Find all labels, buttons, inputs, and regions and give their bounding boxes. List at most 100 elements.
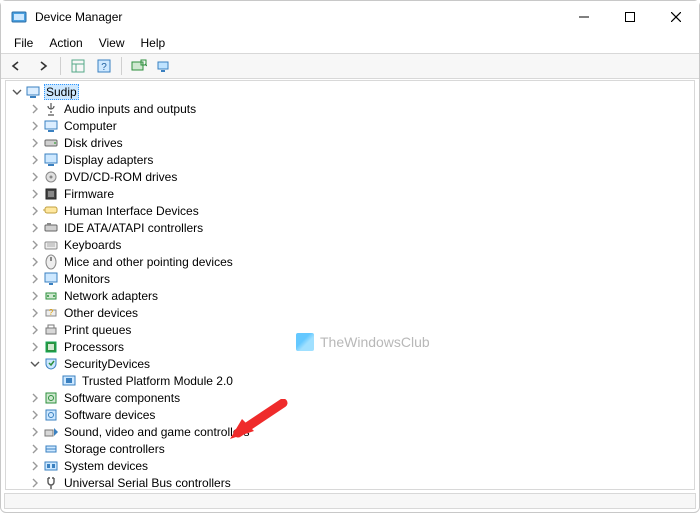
chevron-right-icon[interactable] <box>28 102 42 116</box>
category-label: Network adapters <box>62 289 160 303</box>
menubar: File Action View Help <box>1 33 699 53</box>
category-icon <box>43 135 59 151</box>
tree-category[interactable]: Display adapters <box>10 151 694 168</box>
category-icon <box>43 322 59 338</box>
chevron-right-icon[interactable] <box>28 272 42 286</box>
svg-text:?: ? <box>101 62 107 73</box>
tree-category[interactable]: Keyboards <box>10 236 694 253</box>
chevron-right-icon[interactable] <box>28 442 42 456</box>
category-icon <box>43 441 59 457</box>
category-label: Firmware <box>62 187 116 201</box>
tree-device-tpm[interactable]: Trusted Platform Module 2.0 <box>10 372 694 389</box>
chevron-right-icon[interactable] <box>28 459 42 473</box>
chevron-right-icon[interactable] <box>28 391 42 405</box>
category-icon <box>43 220 59 236</box>
tree-category[interactable]: Universal Serial Bus controllers <box>10 474 694 490</box>
chevron-right-icon[interactable] <box>28 221 42 235</box>
menu-action[interactable]: Action <box>42 34 89 52</box>
tree-category[interactable]: Software components <box>10 389 694 406</box>
chevron-right-icon[interactable] <box>28 323 42 337</box>
category-label: Software components <box>62 391 182 405</box>
chevron-right-icon[interactable] <box>28 476 42 490</box>
chevron-right-icon[interactable] <box>28 255 42 269</box>
chevron-right-icon[interactable] <box>28 408 42 422</box>
chevron-right-icon[interactable] <box>28 425 42 439</box>
chevron-right-icon[interactable] <box>28 136 42 150</box>
category-icon <box>43 186 59 202</box>
category-label: Print queues <box>62 323 133 337</box>
tree-category[interactable]: DVD/CD-ROM drives <box>10 168 694 185</box>
chevron-right-icon[interactable] <box>28 204 42 218</box>
category-label: Human Interface Devices <box>62 204 201 218</box>
tree-category[interactable]: Computer <box>10 117 694 134</box>
category-icon <box>43 118 59 134</box>
menu-file[interactable]: File <box>7 34 40 52</box>
chevron-right-icon[interactable] <box>28 119 42 133</box>
category-label: Computer <box>62 119 119 133</box>
forward-button[interactable] <box>31 55 55 77</box>
tree-category[interactable]: Audio inputs and outputs <box>10 100 694 117</box>
scan-hardware-button[interactable] <box>127 55 151 77</box>
chevron-down-icon[interactable] <box>10 85 24 99</box>
category-icon <box>43 271 59 287</box>
back-button[interactable] <box>5 55 29 77</box>
tree-category[interactable]: Storage controllers <box>10 440 694 457</box>
device-tree-pane[interactable]: Sudip Audio inputs and outputs Computer Di… <box>5 80 695 490</box>
statusbar <box>4 493 696 509</box>
help-button[interactable]: ? <box>92 55 116 77</box>
tree-category[interactable]: Print queues <box>10 321 694 338</box>
chevron-right-icon[interactable] <box>28 289 42 303</box>
category-label: Other devices <box>62 306 140 320</box>
tree-category[interactable]: Network adapters <box>10 287 694 304</box>
category-icon <box>43 424 59 440</box>
tpm-icon <box>61 373 77 389</box>
tree-category[interactable]: IDE ATA/ATAPI controllers <box>10 219 694 236</box>
category-label: Software devices <box>62 408 157 422</box>
tree-root[interactable]: Sudip <box>10 83 694 100</box>
tree-category[interactable]: Monitors <box>10 270 694 287</box>
tree-category[interactable]: Disk drives <box>10 134 694 151</box>
tree-category[interactable]: Firmware <box>10 185 694 202</box>
category-icon <box>43 203 59 219</box>
chevron-right-icon[interactable] <box>28 238 42 252</box>
chevron-right-icon[interactable] <box>28 187 42 201</box>
device-label: Trusted Platform Module 2.0 <box>80 374 235 388</box>
chevron-right-icon[interactable] <box>28 306 42 320</box>
window-title: Device Manager <box>35 10 122 24</box>
category-icon: ? <box>43 305 59 321</box>
menu-help[interactable]: Help <box>134 34 173 52</box>
maximize-button[interactable] <box>607 1 653 33</box>
category-label: Keyboards <box>62 238 123 252</box>
menu-view[interactable]: View <box>92 34 132 52</box>
tree-category[interactable]: Mice and other pointing devices <box>10 253 694 270</box>
category-label: IDE ATA/ATAPI controllers <box>62 221 205 235</box>
devices-printers-button[interactable] <box>153 55 177 77</box>
category-label: Monitors <box>62 272 112 286</box>
svg-text:?: ? <box>49 308 54 317</box>
category-label: Disk drives <box>62 136 125 150</box>
category-label: Mice and other pointing devices <box>62 255 235 269</box>
category-icon <box>43 169 59 185</box>
tree-category[interactable]: ? Other devices <box>10 304 694 321</box>
tree-category[interactable]: Processors <box>10 338 694 355</box>
tree-category[interactable]: Sound, video and game controllers <box>10 423 694 440</box>
tree-category[interactable]: Human Interface Devices <box>10 202 694 219</box>
tree-category[interactable]: SecurityDevices <box>10 355 694 372</box>
show-hide-tree-button[interactable] <box>66 55 90 77</box>
close-button[interactable] <box>653 1 699 33</box>
chevron-down-icon[interactable] <box>28 357 42 371</box>
device-tree: Sudip Audio inputs and outputs Computer Di… <box>6 81 694 490</box>
chevron-right-icon[interactable] <box>28 170 42 184</box>
tree-category[interactable]: System devices <box>10 457 694 474</box>
category-icon <box>43 288 59 304</box>
titlebar: Device Manager <box>1 1 699 33</box>
category-label: System devices <box>62 459 150 473</box>
tree-category[interactable]: Software devices <box>10 406 694 423</box>
minimize-button[interactable] <box>561 1 607 33</box>
category-label: Display adapters <box>62 153 155 167</box>
chevron-right-icon[interactable] <box>28 153 42 167</box>
category-icon <box>43 390 59 406</box>
computer-icon <box>25 84 41 100</box>
category-icon <box>43 475 59 491</box>
chevron-right-icon[interactable] <box>28 340 42 354</box>
